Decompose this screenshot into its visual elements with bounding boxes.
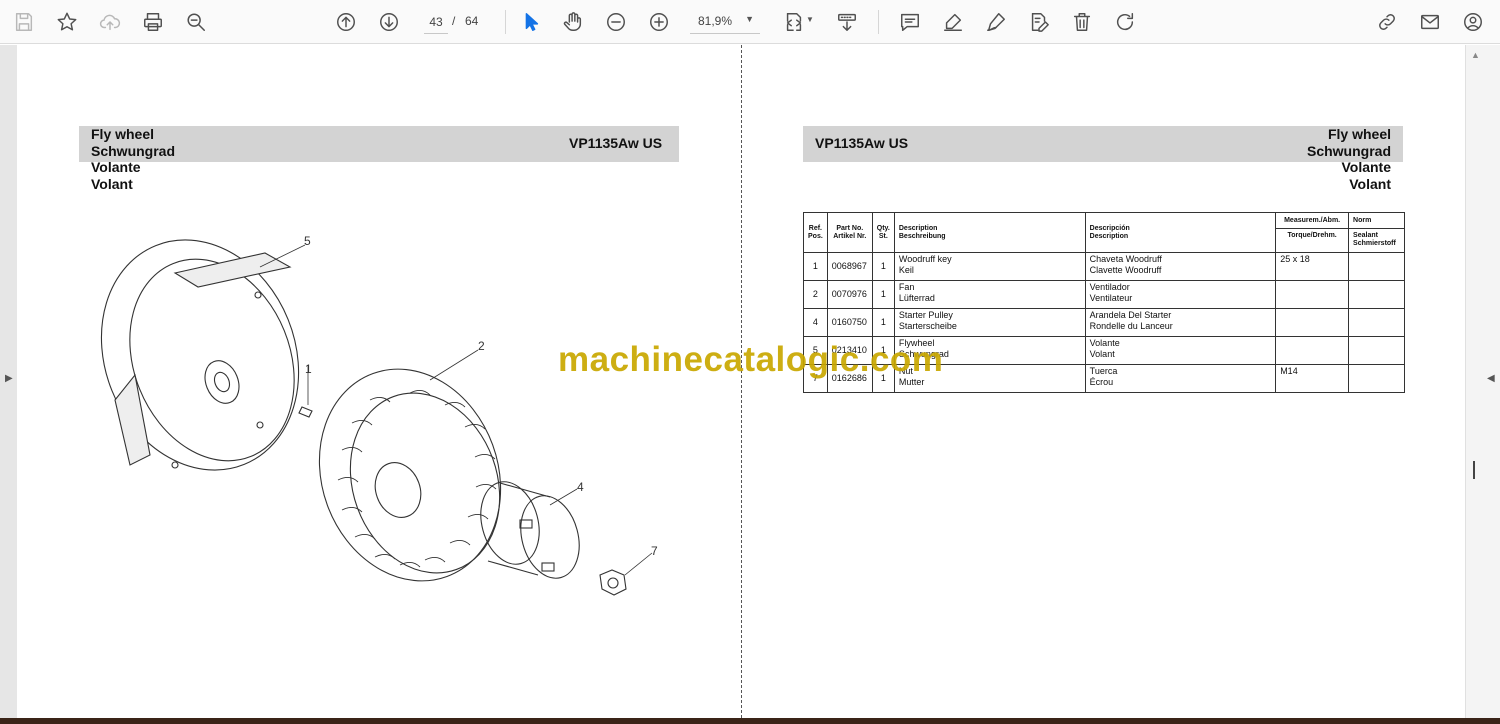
starter-pulley-part-4 [480,481,540,565]
cell-desc2: Ventilador Ventilateur [1084,280,1277,309]
col-header-qty: Qty. St. [871,212,895,253]
hand-icon[interactable] [559,8,587,36]
page-divider [741,45,742,718]
cell-part: 0160750 [826,308,873,337]
edit-text-icon[interactable] [1025,8,1053,36]
cell-desc: Woodruff key Keil [893,252,1086,281]
title-line: Volant [91,175,133,192]
scrollbar-thumb[interactable] [1473,461,1475,479]
col-header-measure: Measurem./Abm. Torque/Drehm. [1275,212,1350,253]
sign-icon[interactable] [982,8,1010,36]
zoom-search-icon[interactable] [182,8,210,36]
callout-label: 4 [577,480,584,494]
cell-measure [1275,336,1350,365]
callout-label: 1 [305,362,312,376]
table-row: 1 0068967 1 Woodruff key Keil Chaveta Woo… [803,252,1405,281]
next-page-arrow[interactable]: ◀ [1487,373,1495,384]
col-header-desc2: Descripción Description [1084,212,1277,253]
cell-part: 0068967 [826,252,873,281]
delete-icon[interactable] [1068,8,1096,36]
left-page-title: Fly wheel Schwungrad Volante Volant [91,126,175,192]
cell-ref: 4 [803,308,828,337]
comment-icon[interactable] [896,8,924,36]
highlight-icon[interactable] [939,8,967,36]
table-header-row: Ref. Pos. Part No. Artikel Nr. Qty. St. Des… [803,212,1405,253]
previous-page-arrow[interactable]: ▶ [5,373,13,384]
title-line: Schwungrad [91,142,176,159]
table-row: 4 0160750 1 Starter Pulley Starterscheibe… [803,308,1405,337]
title-line: Schwungrad [1306,142,1391,159]
chevron-down-icon: ▼ [745,14,754,24]
email-icon[interactable] [1416,8,1444,36]
cell-qty: 1 [871,308,895,337]
page-down-icon[interactable] [375,8,403,36]
save-icon[interactable] [10,8,38,36]
star-icon[interactable] [53,8,81,36]
title-line: Fly wheel [91,126,155,142]
title-line: Volant [1349,175,1391,192]
title-line: Fly wheel [1327,126,1391,142]
zoom-value: 81,9% [698,14,733,28]
cell-norm [1348,364,1405,393]
fit-page-icon[interactable] [780,8,808,36]
rotate-icon[interactable] [1111,8,1139,36]
share-link-icon[interactable] [1373,8,1401,36]
flywheel-exploded-diagram: 5 2 1 4 7 [100,234,658,596]
nut-part-7 [599,569,627,596]
left-model-label: VP1135Aw US [569,135,663,151]
page-number-input[interactable] [424,10,448,34]
cell-qty: 1 [871,252,895,281]
col-header-norm: Norm Sealant Schmierstoff [1348,212,1405,253]
page-up-icon[interactable] [332,8,360,36]
cell-measure: M14 [1275,364,1350,393]
cell-desc: Fan Lüfterrad [893,280,1086,309]
zoom-in-icon[interactable] [645,8,673,36]
right-model-label: VP1135Aw US [815,135,909,151]
title-line: Volante [1341,159,1391,175]
cell-ref: 2 [803,280,828,309]
fit-page-chevron-icon[interactable]: ▼ [806,15,814,24]
bottom-strip [0,718,1500,724]
woodruff-key-part-1 [298,406,313,418]
watermark: machinecatalogic.com [558,340,944,379]
callout-label: 2 [478,339,485,353]
cell-norm [1348,280,1405,309]
title-line: Volante [91,159,141,175]
cell-measure [1275,308,1350,337]
zoom-select[interactable]: 81,9% ▼ [690,10,760,34]
cell-qty: 1 [871,280,895,309]
cell-desc2: Chaveta Woodruff Clavette Woodruff [1084,252,1277,281]
col-header-desc: Description Beschreibung [893,212,1086,253]
account-icon[interactable] [1459,8,1487,36]
cursor-icon[interactable] [517,8,545,36]
cell-ref: 1 [803,252,828,281]
toolbar-divider [878,10,879,34]
callout-label: 5 [304,234,311,248]
scroll-up-arrow[interactable]: ▲ [1471,50,1480,60]
cell-desc: Starter Pulley Starterscheibe [893,308,1086,337]
zoom-out-icon[interactable] [602,8,630,36]
upload-cloud-icon[interactable] [96,8,124,36]
page-separator: / [452,14,456,28]
col-header-part: Part No. Artikel Nr. [826,212,873,253]
table-row: 2 0070976 1 Fan Lüfterrad Ventilador Venti… [803,280,1405,309]
callout-label: 7 [651,544,658,558]
right-page-title: Fly wheel Schwungrad Volante Volant [1307,126,1391,192]
cell-norm [1348,252,1405,281]
cell-measure [1275,280,1350,309]
cell-measure: 25 x 18 [1275,252,1350,281]
print-icon[interactable] [139,8,167,36]
cell-norm [1348,308,1405,337]
cell-norm [1348,336,1405,365]
toolbar-divider [505,10,506,34]
cell-desc2: Volante Volant [1084,336,1277,365]
col-header-ref: Ref. Pos. [803,212,828,253]
total-pages: 64 [465,14,479,28]
cell-part: 0070976 [826,280,873,309]
cell-desc2: Arandela Del Starter Rondelle du Lanceur [1084,308,1277,337]
toolbar: / 64 81,9% ▼ ▼ [0,0,1500,44]
scroll-mode-icon[interactable] [833,8,861,36]
cell-desc2: Tuerca Écrou [1084,364,1277,393]
